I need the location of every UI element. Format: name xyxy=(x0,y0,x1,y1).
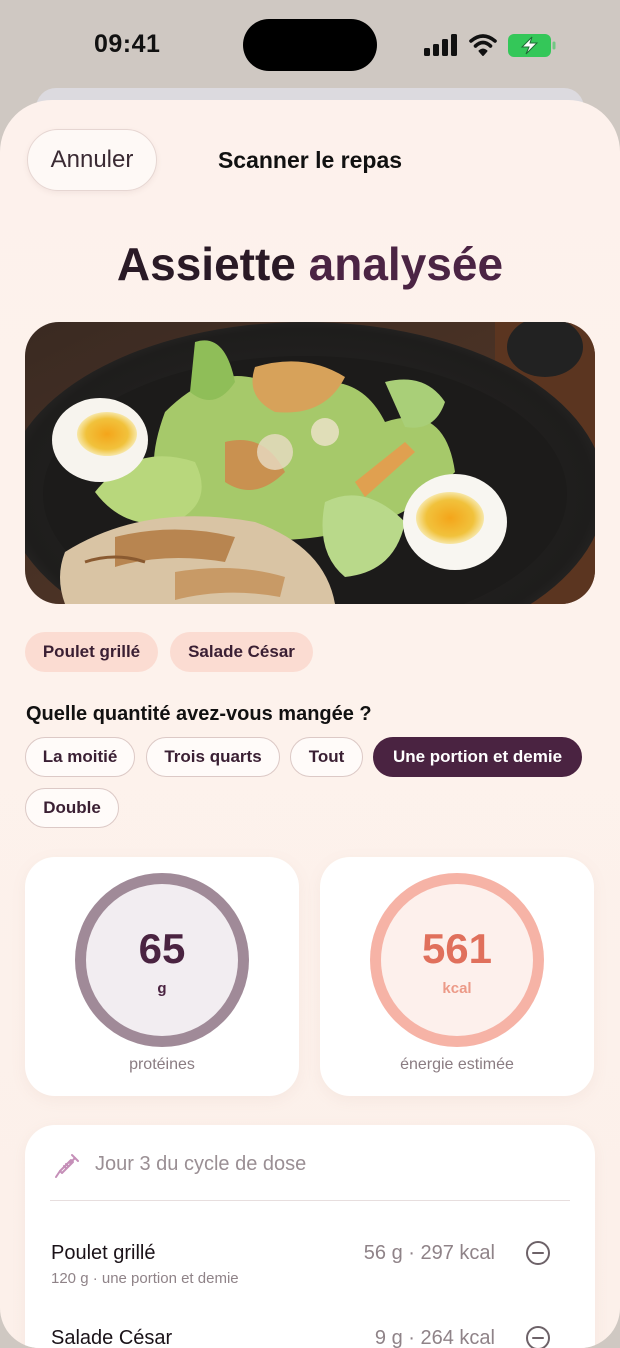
dynamic-island xyxy=(243,19,377,71)
protein-unit: g xyxy=(157,979,167,997)
status-bar: 09:41 xyxy=(0,0,620,92)
portion-chip-half[interactable]: La moitié xyxy=(25,737,135,777)
food-tag-poulet[interactable]: Poulet grillé xyxy=(25,632,158,672)
energy-label: énergie estimée xyxy=(400,1056,514,1073)
status-time: 09:41 xyxy=(94,30,161,58)
page-title-accent: analysée xyxy=(308,238,504,290)
portion-question: Quelle quantité avez-vous mangée ? xyxy=(26,703,372,725)
energy-unit: kcal xyxy=(442,979,472,997)
protein-value: 65 xyxy=(138,924,186,972)
food-item-name: Poulet grillé xyxy=(51,1242,156,1264)
meal-photo xyxy=(25,322,595,604)
cellular-signal-icon xyxy=(424,34,457,56)
energy-ring: 561 kcal xyxy=(370,873,544,1047)
page-title-main: Assiette xyxy=(116,238,296,290)
protein-ring-inner: 65 g xyxy=(86,884,238,1036)
food-item-detail: 120 g · une portion et demie xyxy=(51,1270,239,1287)
energy-card: 561 kcal énergie estimée xyxy=(320,857,594,1096)
protein-card: 65 g protéines xyxy=(25,857,299,1096)
food-tag-salade[interactable]: Salade César xyxy=(170,632,313,672)
portion-chip-three-quarters[interactable]: Trois quarts xyxy=(146,737,280,777)
nav-title: Scanner le repas xyxy=(217,147,403,173)
battery-charging-icon xyxy=(508,34,556,57)
energy-value: 561 xyxy=(421,924,493,972)
dose-cycle-text: Jour 3 du cycle de dose xyxy=(95,1153,307,1175)
food-item-stats: 9 g · 264 kcal xyxy=(374,1327,495,1348)
divider xyxy=(50,1200,570,1201)
food-item-name: Salade César xyxy=(51,1327,173,1348)
page-title: Assiette analysée xyxy=(0,237,620,291)
energy-ring-inner: 561 kcal xyxy=(381,884,533,1036)
scan-meal-sheet: Annuler Scanner le repas Assiette analys… xyxy=(0,100,620,1348)
food-item-stats: 56 g · 297 kcal xyxy=(363,1242,495,1264)
meal-items-card: Jour 3 du cycle de dose Poulet grillé 12… xyxy=(25,1125,595,1348)
protein-ring: 65 g xyxy=(75,873,249,1047)
protein-label: protéines xyxy=(129,1056,195,1073)
portion-chip-double[interactable]: Double xyxy=(25,788,119,828)
portion-chip-all[interactable]: Tout xyxy=(290,737,363,777)
wifi-icon xyxy=(469,34,497,56)
remove-item-icon[interactable] xyxy=(525,1240,551,1266)
remove-item-icon[interactable] xyxy=(525,1325,551,1348)
syringe-icon xyxy=(55,1154,79,1178)
portion-chip-one-and-half[interactable]: Une portion et demie xyxy=(373,737,582,777)
